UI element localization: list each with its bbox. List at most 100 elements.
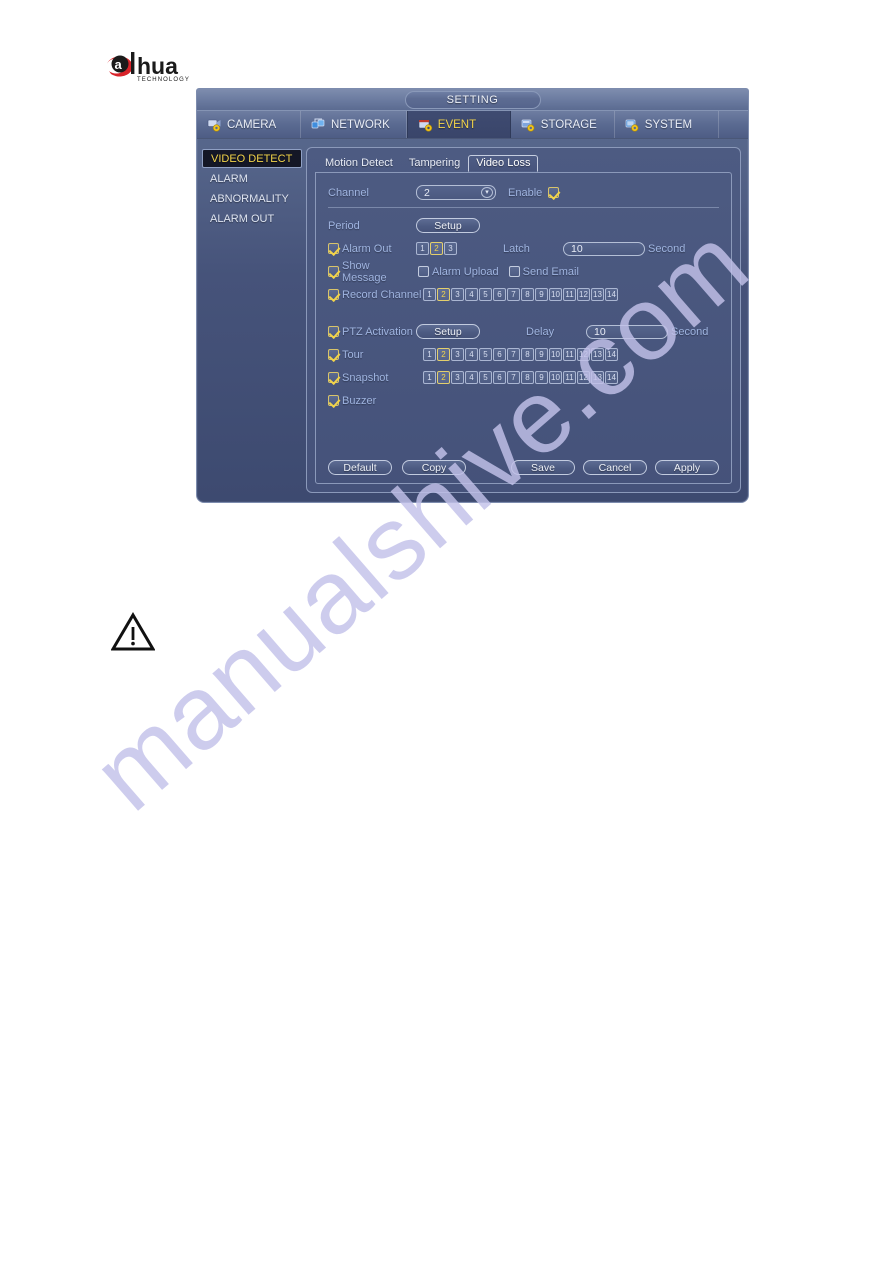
enable-checkbox[interactable] bbox=[548, 187, 560, 198]
tour-channel-item[interactable]: 13 bbox=[591, 348, 604, 361]
tab-video-loss-label: Video Loss bbox=[476, 157, 531, 169]
record-channel-item[interactable]: 7 bbox=[507, 288, 520, 301]
snapshot-channel-item[interactable]: 8 bbox=[521, 371, 534, 384]
sidebar-item-alarm-out[interactable]: ALARM OUT bbox=[202, 210, 302, 228]
tour-channel-item[interactable]: 7 bbox=[507, 348, 520, 361]
record-channel-item[interactable]: 13 bbox=[591, 288, 604, 301]
tour-channel-item[interactable]: 8 bbox=[521, 348, 534, 361]
latch-input[interactable]: 10 bbox=[563, 241, 645, 256]
snapshot-channel-item[interactable]: 2 bbox=[437, 371, 450, 384]
record-channel-checkbox-group[interactable]: Record Channel bbox=[328, 289, 423, 301]
snapshot-channel-item[interactable]: 10 bbox=[549, 371, 562, 384]
ptz-activation-checkbox-group[interactable]: PTZ Activation bbox=[328, 326, 416, 338]
show-message-checkbox[interactable] bbox=[328, 266, 339, 277]
record-channel-item[interactable]: 9 bbox=[535, 288, 548, 301]
delay-input[interactable]: 10 bbox=[586, 324, 668, 339]
snapshot-channel-item[interactable]: 5 bbox=[479, 371, 492, 384]
tour-channel-item[interactable]: 11 bbox=[563, 348, 576, 361]
alarm-out-channel[interactable]: 2 bbox=[430, 242, 443, 255]
alarm-upload-checkbox[interactable] bbox=[418, 266, 429, 277]
tour-checkbox-group[interactable]: Tour bbox=[328, 349, 423, 361]
tour-channel-item[interactable]: 12 bbox=[577, 348, 590, 361]
tour-label: Tour bbox=[342, 348, 364, 361]
snapshot-channel-item[interactable]: 7 bbox=[507, 371, 520, 384]
record-channel-item[interactable]: 14 bbox=[605, 288, 618, 301]
snapshot-channel-item[interactable]: 12 bbox=[577, 371, 590, 384]
storage-icon bbox=[521, 118, 536, 132]
alarm-out-channel[interactable]: 1 bbox=[416, 242, 429, 255]
tab-storage[interactable]: STORAGE bbox=[511, 111, 615, 138]
tour-checkbox[interactable] bbox=[328, 349, 339, 360]
apply-button[interactable]: Apply bbox=[655, 460, 719, 475]
snapshot-channel-item[interactable]: 3 bbox=[451, 371, 464, 384]
tour-channel-item[interactable]: 5 bbox=[479, 348, 492, 361]
buzzer-checkbox-group[interactable]: Buzzer bbox=[328, 395, 423, 407]
tab-system-label: SYSTEM bbox=[644, 118, 693, 131]
record-channel-item[interactable]: 10 bbox=[549, 288, 562, 301]
tab-system[interactable]: SYSTEM bbox=[615, 111, 719, 138]
channel-select[interactable]: 2 ▾ bbox=[416, 185, 496, 200]
record-channel-checkbox[interactable] bbox=[328, 289, 339, 300]
save-button[interactable]: Save bbox=[511, 460, 575, 475]
snapshot-channel-item[interactable]: 11 bbox=[563, 371, 576, 384]
tour-channel-item[interactable]: 10 bbox=[549, 348, 562, 361]
alarm-out-row: Alarm Out 1 2 3 Latch 10 Second bbox=[328, 239, 719, 258]
tour-channel-item[interactable]: 1 bbox=[423, 348, 436, 361]
tour-channel-item[interactable]: 4 bbox=[465, 348, 478, 361]
snapshot-checkbox[interactable] bbox=[328, 372, 339, 383]
period-setup-button[interactable]: Setup bbox=[416, 218, 480, 233]
snapshot-channel-item[interactable]: 14 bbox=[605, 371, 618, 384]
tab-tampering[interactable]: Tampering bbox=[401, 155, 468, 172]
alarm-out-channel[interactable]: 3 bbox=[444, 242, 457, 255]
cancel-button[interactable]: Cancel bbox=[583, 460, 647, 475]
default-button[interactable]: Default bbox=[328, 460, 392, 475]
sidebar-item-video-detect[interactable]: VIDEO DETECT bbox=[202, 149, 302, 168]
sidebar-item-alarm[interactable]: ALARM bbox=[202, 170, 302, 188]
show-message-checkbox-group[interactable]: Show Message bbox=[328, 260, 416, 284]
send-email-checkbox-group[interactable]: Send Email bbox=[508, 266, 579, 278]
show-message-label: Show Message bbox=[342, 259, 387, 284]
alarm-out-checkbox[interactable] bbox=[328, 243, 339, 254]
save-button-label: Save bbox=[531, 461, 555, 474]
snapshot-channel-item[interactable]: 13 bbox=[591, 371, 604, 384]
tour-channel-item[interactable]: 14 bbox=[605, 348, 618, 361]
buzzer-checkbox[interactable] bbox=[328, 395, 339, 406]
window-body: VIDEO DETECT ALARM ABNORMALITY ALARM OUT… bbox=[197, 139, 748, 502]
copy-button[interactable]: Copy bbox=[402, 460, 466, 475]
ptz-setup-button[interactable]: Setup bbox=[416, 324, 480, 339]
tour-channel-item[interactable]: 2 bbox=[437, 348, 450, 361]
snapshot-channel-item[interactable]: 6 bbox=[493, 371, 506, 384]
record-channel-item[interactable]: 3 bbox=[451, 288, 464, 301]
dahua-logo: a hua TECHNOLOGY bbox=[104, 50, 234, 84]
tour-channel-item[interactable]: 6 bbox=[493, 348, 506, 361]
send-email-checkbox[interactable] bbox=[508, 266, 520, 277]
tab-tampering-label: Tampering bbox=[408, 157, 461, 169]
tab-event[interactable]: EVENT bbox=[406, 111, 511, 138]
tab-motion-detect[interactable]: Motion Detect bbox=[317, 155, 401, 172]
record-channel-item[interactable]: 8 bbox=[521, 288, 534, 301]
record-channel-item[interactable]: 4 bbox=[465, 288, 478, 301]
record-channel-item[interactable]: 6 bbox=[493, 288, 506, 301]
alarm-out-checkbox-group[interactable]: Alarm Out bbox=[328, 243, 416, 255]
record-channel-item[interactable]: 11 bbox=[563, 288, 576, 301]
period-setup-label: Setup bbox=[434, 219, 462, 232]
tour-channel-item[interactable]: 3 bbox=[451, 348, 464, 361]
record-channel-item[interactable]: 12 bbox=[577, 288, 590, 301]
tab-network[interactable]: NETWORK bbox=[301, 111, 407, 138]
snapshot-channel-item[interactable]: 1 bbox=[423, 371, 436, 384]
chevron-down-icon[interactable]: ▾ bbox=[481, 187, 493, 198]
record-channel-item[interactable]: 1 bbox=[423, 288, 436, 301]
record-channel-item[interactable]: 2 bbox=[437, 288, 450, 301]
ptz-setup-label: Setup bbox=[434, 325, 462, 338]
record-channel-item[interactable]: 5 bbox=[479, 288, 492, 301]
record-channel-row: Record Channel 1 2 3 4 5 6 7 8 9 10 11 1… bbox=[328, 285, 719, 304]
ptz-activation-checkbox[interactable] bbox=[328, 326, 339, 337]
sidebar-item-abnormality[interactable]: ABNORMALITY bbox=[202, 190, 302, 208]
tab-camera[interactable]: CAMERA bbox=[197, 111, 301, 138]
tab-video-loss[interactable]: Video Loss bbox=[468, 155, 539, 172]
snapshot-channel-item[interactable]: 9 bbox=[535, 371, 548, 384]
snapshot-channel-item[interactable]: 4 bbox=[465, 371, 478, 384]
alarm-upload-checkbox-group[interactable]: Alarm Upload bbox=[418, 266, 499, 278]
tour-channel-item[interactable]: 9 bbox=[535, 348, 548, 361]
snapshot-checkbox-group[interactable]: Snapshot bbox=[328, 372, 423, 384]
